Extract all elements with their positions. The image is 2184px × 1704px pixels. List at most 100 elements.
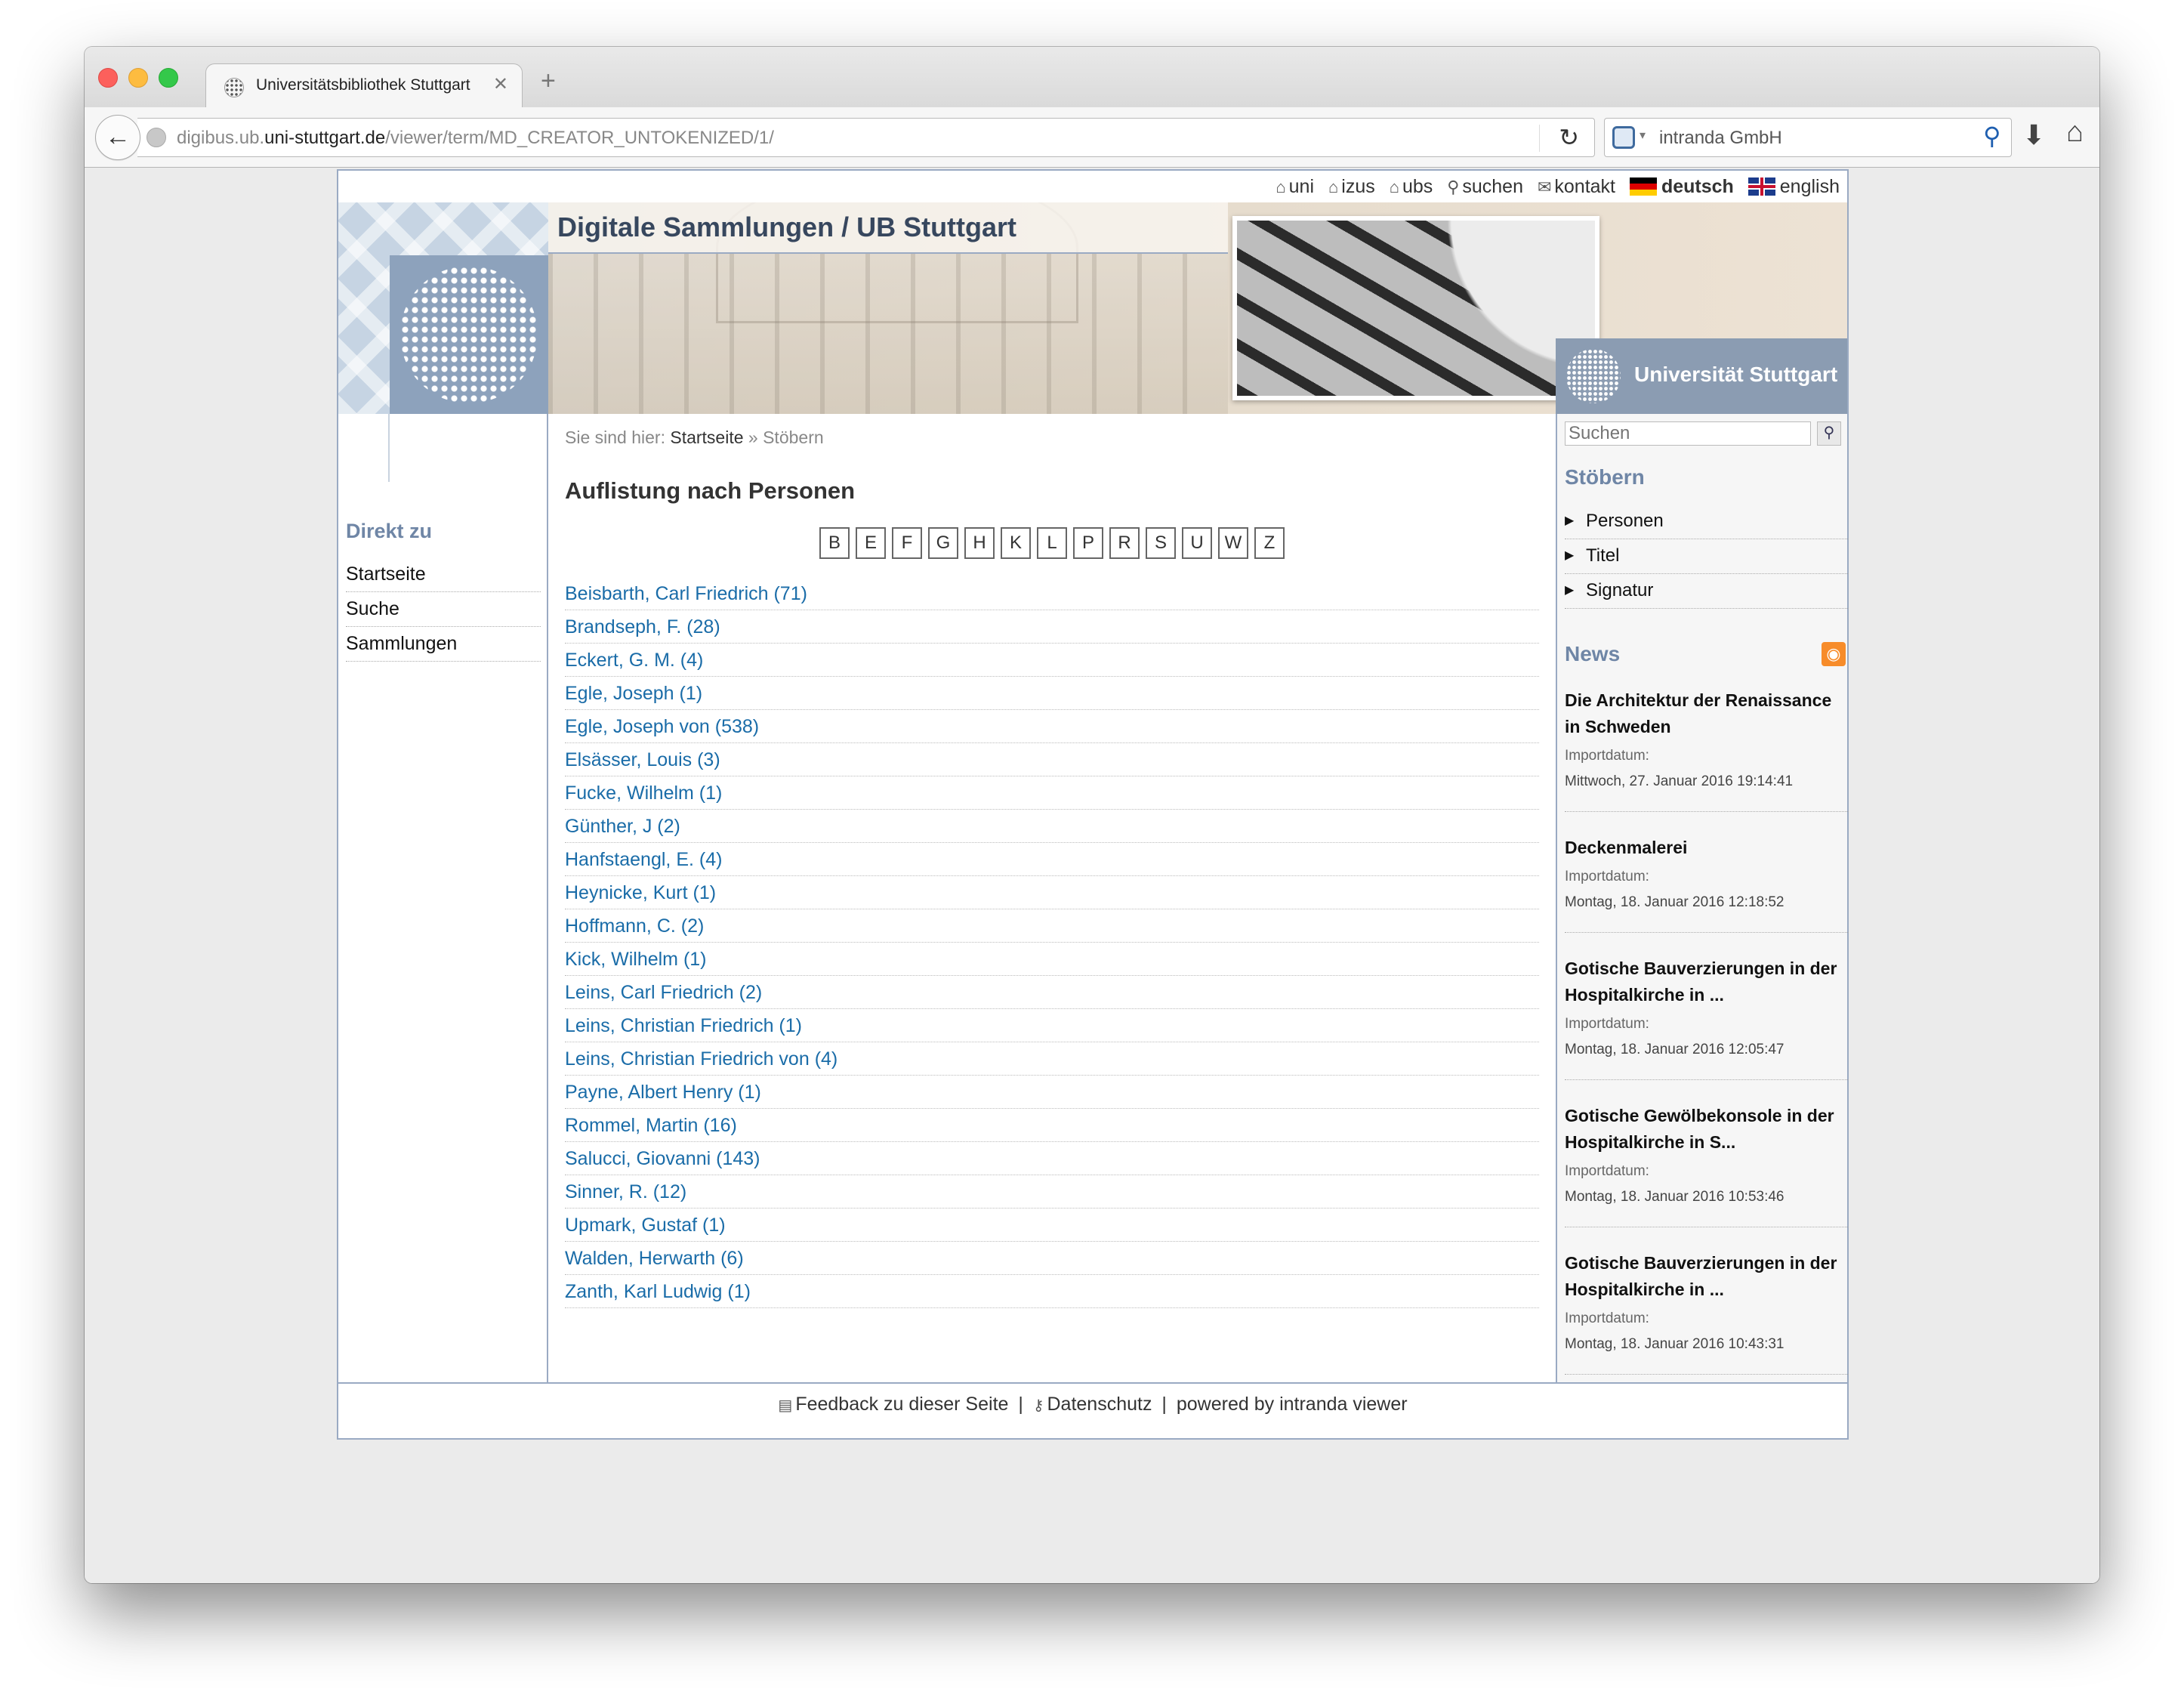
news-import-label: Importdatum: xyxy=(1565,1016,1649,1032)
letter-button[interactable]: P xyxy=(1073,527,1103,559)
house-icon: ⌂ xyxy=(1328,178,1339,196)
new-tab-button[interactable]: + xyxy=(541,66,556,96)
person-link[interactable]: Zanth, Karl Ludwig (1) xyxy=(565,1275,1539,1308)
letter-button[interactable]: B xyxy=(819,527,850,559)
browse-item-label: Personen xyxy=(1586,511,1664,531)
nav-kontakt[interactable]: ✉ kontakt xyxy=(1538,176,1615,197)
privacy-link[interactable]: Datenschutz xyxy=(1047,1394,1152,1415)
tab-title: Universitätsbibliothek Stuttgart xyxy=(256,76,470,94)
person-link[interactable]: Hoffmann, C. (2) xyxy=(565,909,1539,943)
letter-index: B E F G H K L P R S U W Z xyxy=(550,527,1554,559)
zoom-window-button[interactable] xyxy=(159,68,178,88)
letter-button[interactable]: K xyxy=(1001,527,1031,559)
lang-deutsch-label: deutsch xyxy=(1661,176,1734,197)
person-link[interactable]: Salucci, Giovanni (143) xyxy=(565,1142,1539,1175)
letter-button[interactable]: R xyxy=(1109,527,1140,559)
news-title-link[interactable]: Deckenmalerei xyxy=(1565,835,1849,861)
nav-uni[interactable]: ⌂ uni xyxy=(1276,176,1314,197)
library-logo[interactable] xyxy=(390,255,548,414)
lang-deutsch[interactable]: deutsch xyxy=(1629,176,1734,197)
person-link[interactable]: Payne, Albert Henry (1) xyxy=(565,1076,1539,1109)
search-icon[interactable]: ⚲ xyxy=(1983,122,2000,150)
direkt-link-startseite[interactable]: Startseite xyxy=(346,557,541,592)
letter-button[interactable]: W xyxy=(1218,527,1248,559)
letter-button[interactable]: E xyxy=(856,527,886,559)
person-link[interactable]: Upmark, Gustaf (1) xyxy=(565,1209,1539,1242)
person-link[interactable]: Egle, Joseph (1) xyxy=(565,677,1539,710)
chevron-down-icon[interactable]: ▾ xyxy=(1640,128,1646,143)
powered-by-link[interactable]: intranda viewer xyxy=(1279,1394,1408,1415)
direkt-zu-list: Startseite Suche Sammlungen xyxy=(346,557,541,662)
person-link[interactable]: Heynicke, Kurt (1) xyxy=(565,876,1539,909)
rss-feed-icon[interactable]: ◉ xyxy=(1822,642,1846,666)
url-text[interactable]: digibus.ub.uni-stuttgart.de/viewer/term/… xyxy=(177,128,774,149)
url-domain: uni-stuttgart.de xyxy=(264,128,386,148)
main-content: Sie sind hier: Startseite » Stöbern Aufl… xyxy=(550,414,1554,1382)
lang-english[interactable]: english xyxy=(1748,176,1840,197)
search-bar-text[interactable]: intranda GmbH xyxy=(1659,128,1782,149)
nav-ubs-label: ubs xyxy=(1402,176,1433,197)
letter-button[interactable]: F xyxy=(892,527,922,559)
news-heading: News xyxy=(1565,642,1621,665)
letter-button[interactable]: G xyxy=(928,527,958,559)
person-link[interactable]: Kick, Wilhelm (1) xyxy=(565,943,1539,976)
person-link[interactable]: Beisbarth, Carl Friedrich (71) xyxy=(565,577,1539,610)
nav-izus[interactable]: ⌂ izus xyxy=(1328,176,1375,197)
person-link[interactable]: Günther, J (2) xyxy=(565,810,1539,843)
person-link[interactable]: Leins, Christian Friedrich (1) xyxy=(565,1009,1539,1042)
search-engine-icon[interactable] xyxy=(1612,126,1635,149)
browser-tab[interactable]: Universitätsbibliothek Stuttgart ✕ xyxy=(205,63,523,107)
site-identity-icon[interactable] xyxy=(147,128,166,147)
nav-suchen[interactable]: ⚲ suchen xyxy=(1447,176,1523,197)
letter-button[interactable]: H xyxy=(964,527,995,559)
browse-item-signatur[interactable]: ▶ Signatur xyxy=(1565,574,1849,609)
person-link[interactable]: Elsässer, Louis (3) xyxy=(565,743,1539,776)
person-link[interactable]: Walden, Herwarth (6) xyxy=(565,1242,1539,1275)
direkt-link-sammlungen[interactable]: Sammlungen xyxy=(346,627,541,662)
letter-button[interactable]: S xyxy=(1146,527,1176,559)
news-import-label: Importdatum: xyxy=(1565,1310,1649,1326)
sidebar-search-button[interactable]: ⚲ xyxy=(1817,421,1841,446)
person-link[interactable]: Rommel, Martin (16) xyxy=(565,1109,1539,1142)
letter-button[interactable]: U xyxy=(1182,527,1212,559)
breadcrumb-home-link[interactable]: Startseite xyxy=(670,428,743,447)
back-button[interactable]: ← xyxy=(95,115,140,160)
search-bar[interactable]: ▾ intranda GmbH ⚲ xyxy=(1604,118,2012,157)
sidebar-search-input[interactable] xyxy=(1565,421,1811,446)
minimize-window-button[interactable] xyxy=(128,68,148,88)
sidebar-search: ⚲ xyxy=(1565,421,1844,447)
letter-button[interactable]: L xyxy=(1037,527,1067,559)
download-icon[interactable]: ⬇ xyxy=(2022,119,2045,151)
site-title[interactable]: Digitale Sammlungen / UB Stuttgart xyxy=(557,211,1016,243)
person-link[interactable]: Leins, Christian Friedrich von (4) xyxy=(565,1042,1539,1076)
person-list: Beisbarth, Carl Friedrich (71) Brandseph… xyxy=(565,577,1539,1308)
person-link[interactable]: Brandseph, F. (28) xyxy=(565,610,1539,644)
browse-item-titel[interactable]: ▶ Titel xyxy=(1565,539,1849,574)
news-title-link[interactable]: Die Architektur der Renaissance in Schwe… xyxy=(1565,687,1849,740)
person-link[interactable]: Egle, Joseph von (538) xyxy=(565,710,1539,743)
address-bar[interactable]: digibus.ub.uni-stuttgart.de/viewer/term/… xyxy=(137,118,1595,157)
person-link[interactable]: Hanfstaengl, E. (4) xyxy=(565,843,1539,876)
feedback-link[interactable]: Feedback zu dieser Seite xyxy=(795,1394,1008,1415)
person-link[interactable]: Eckert, G. M. (4) xyxy=(565,644,1539,677)
direkt-link-suche[interactable]: Suche xyxy=(346,592,541,627)
university-logo[interactable]: Universität Stuttgart xyxy=(1556,338,1847,414)
news-title-link[interactable]: Gotische Bauverzierungen in der Hospital… xyxy=(1565,1250,1849,1303)
news-title-link[interactable]: Gotische Bauverzierungen in der Hospital… xyxy=(1565,955,1849,1008)
news-import-date: Montag, 18. Januar 2016 12:05:47 xyxy=(1565,1042,1785,1057)
tab-close-icon[interactable]: ✕ xyxy=(493,73,508,95)
letter-button[interactable]: Z xyxy=(1254,527,1285,559)
person-link[interactable]: Leins, Carl Friedrich (2) xyxy=(565,976,1539,1009)
person-link[interactable]: Fucke, Wilhelm (1) xyxy=(565,776,1539,810)
close-window-button[interactable] xyxy=(98,68,118,88)
home-icon[interactable]: ⌂ xyxy=(2066,116,2084,149)
nav-ubs[interactable]: ⌂ ubs xyxy=(1390,176,1433,197)
news-title-link[interactable]: Gotische Gewölbekonsole in der Hospitalk… xyxy=(1565,1103,1849,1156)
person-link[interactable]: Sinner, R. (12) xyxy=(565,1175,1539,1209)
site-title-box: Digitale Sammlungen / UB Stuttgart xyxy=(548,202,1228,254)
footer-separator: | xyxy=(1018,1394,1023,1415)
reload-icon[interactable]: ↻ xyxy=(1559,123,1579,152)
browse-item-personen[interactable]: ▶ Personen xyxy=(1565,505,1849,539)
house-icon: ⌂ xyxy=(1389,178,1399,196)
search-icon: ⚲ xyxy=(1823,424,1835,441)
